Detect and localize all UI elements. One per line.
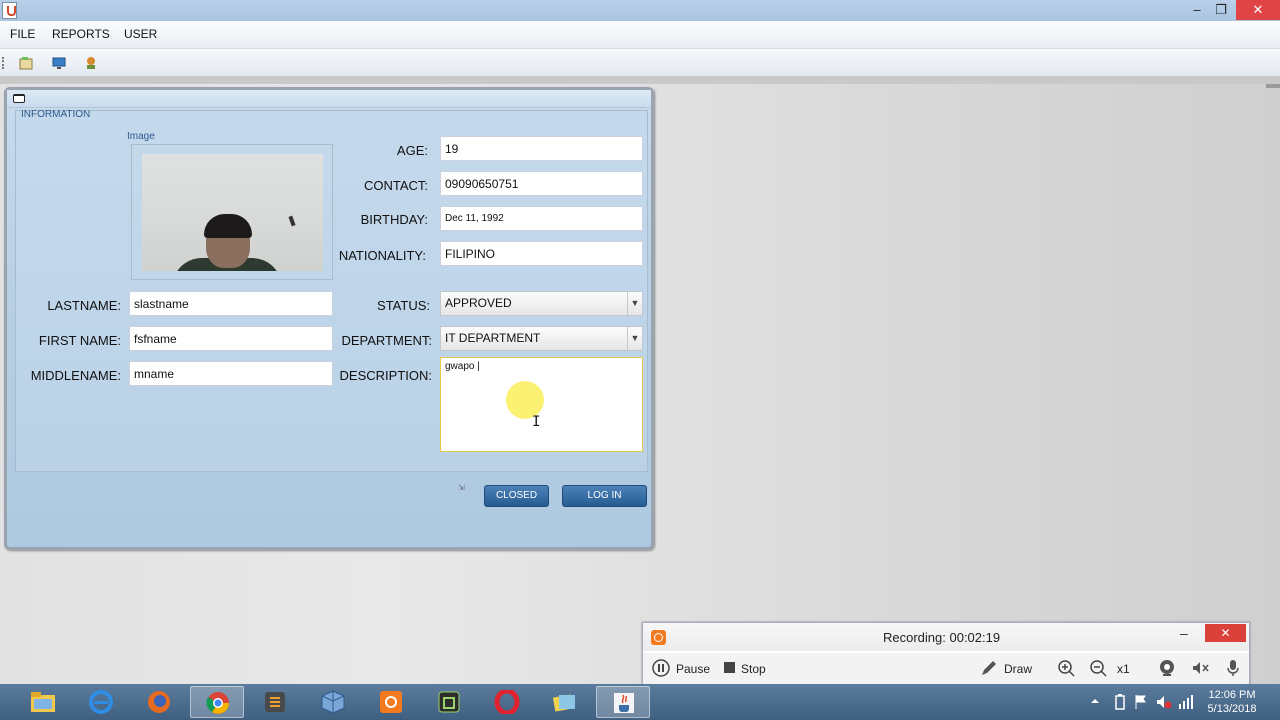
middlename-field[interactable]	[129, 361, 333, 386]
monitor-icon[interactable]	[51, 55, 67, 71]
zoom-out-icon[interactable]	[1089, 659, 1107, 677]
frame-window-icon[interactable]	[13, 94, 25, 103]
taskbar: 12:06 PM 5/13/2018	[0, 684, 1280, 720]
contact-label: CONTACT:	[363, 178, 428, 193]
system-clock[interactable]: 12:06 PM 5/13/2018	[1190, 688, 1274, 716]
birthday-label: BIRTHDAY:	[360, 212, 428, 227]
virtualbox-icon	[321, 690, 345, 714]
sublime-text-icon	[265, 692, 285, 712]
stop-icon[interactable]	[721, 659, 739, 677]
java-icon	[614, 693, 634, 713]
image-group-title: Image	[127, 131, 155, 142]
recorder-controls: Pause Stop Draw x1	[643, 653, 1249, 684]
nationality-field[interactable]	[440, 241, 643, 266]
action-center-flag-icon[interactable]	[1134, 694, 1148, 710]
taskbar-opera[interactable]	[480, 686, 534, 718]
volume-muted-icon[interactable]	[1156, 694, 1172, 710]
toolbar	[0, 49, 1280, 77]
recorder-close-button[interactable]: ✕	[1205, 624, 1246, 642]
age-label: AGE:	[396, 143, 428, 158]
recorder-icon	[380, 691, 402, 713]
recorder-widget: Recording: 00:02:19 – ✕ Pause Stop Draw …	[642, 622, 1250, 684]
nationality-label: NATIONALITY:	[338, 248, 426, 263]
microphone-icon[interactable]	[1224, 659, 1242, 677]
user-tools-icon[interactable]	[83, 55, 99, 71]
lastname-label: LASTNAME:	[47, 298, 121, 313]
taskbar-recorder[interactable]	[364, 686, 418, 718]
information-panel: INFORMATION Image AGE: CONTACT: BIRTHDAY…	[15, 109, 648, 472]
department-label: DEPARTMENT:	[341, 333, 432, 348]
text-cursor-icon: I	[532, 414, 541, 430]
status-label: STATUS:	[377, 298, 430, 313]
taskbar-notes[interactable]	[538, 686, 592, 718]
description-label: DESCRIPTION:	[339, 368, 432, 383]
information-frame: INFORMATION Image AGE: CONTACT: BIRTHDAY…	[4, 87, 654, 550]
resize-corner-icon: ⇲	[458, 483, 465, 492]
maximize-button[interactable]: ❐	[1210, 0, 1232, 20]
new-record-icon[interactable]	[18, 55, 34, 71]
zoom-in-icon[interactable]	[1057, 659, 1075, 677]
middlename-label: MIDDLENAME:	[30, 368, 121, 383]
recorder-logo-icon	[651, 630, 666, 645]
closed-button[interactable]: CLOSED	[484, 485, 549, 507]
department-dropdown-icon[interactable]: ▼	[627, 327, 642, 350]
panel-title: INFORMATION	[21, 109, 91, 120]
firefox-icon	[148, 691, 170, 713]
scrollbar[interactable]	[1266, 84, 1280, 88]
taskbar-chrome[interactable]	[190, 686, 244, 718]
webcam-icon[interactable]	[1158, 659, 1176, 677]
minimize-button[interactable]: –	[1186, 0, 1208, 20]
image-group	[131, 144, 333, 280]
age-field[interactable]	[440, 136, 643, 161]
recorder-minimize-button[interactable]: –	[1180, 625, 1188, 641]
lastname-field[interactable]	[129, 291, 333, 316]
draw-button[interactable]: Draw	[1004, 662, 1032, 676]
folder-notes-icon	[552, 694, 575, 712]
mute-speaker-icon[interactable]	[1191, 659, 1209, 677]
battery-icon[interactable]	[1114, 694, 1126, 710]
department-value: IT DEPARTMENT	[445, 331, 541, 345]
file-explorer-icon	[31, 692, 55, 712]
profile-photo	[142, 154, 323, 271]
contact-field[interactable]	[440, 171, 643, 196]
login-button[interactable]: LOG IN	[562, 485, 647, 507]
toolbar-grip[interactable]	[2, 57, 6, 69]
menu-reports[interactable]: REPORTS	[52, 27, 110, 41]
department-select[interactable]: IT DEPARTMENT ▼	[440, 326, 643, 351]
pause-button[interactable]: Pause	[676, 662, 710, 676]
taskbar-java[interactable]	[596, 686, 650, 718]
taskbar-internet-explorer[interactable]	[74, 686, 128, 718]
status-select[interactable]: APPROVED ▼	[440, 291, 643, 316]
firstname-field[interactable]	[129, 326, 333, 351]
taskbar-virtualbox[interactable]	[306, 686, 360, 718]
draw-pencil-icon[interactable]	[980, 659, 998, 677]
menu-file[interactable]: FILE	[10, 27, 35, 41]
recorder-header: Recording: 00:02:19 – ✕	[643, 623, 1249, 651]
firstname-label: FIRST NAME:	[38, 333, 121, 348]
menu-user[interactable]: USER	[124, 27, 157, 41]
opera-icon	[494, 690, 520, 714]
device-icon	[438, 691, 460, 713]
stop-button[interactable]: Stop	[741, 662, 766, 676]
window-title-bar: – ❐ ✕	[0, 0, 1280, 21]
taskbar-file-explorer[interactable]	[16, 686, 70, 718]
clock-time: 12:06 PM	[1208, 689, 1256, 701]
tray-expand-icon[interactable]	[1090, 696, 1100, 706]
status-dropdown-icon[interactable]: ▼	[627, 292, 642, 315]
internet-explorer-icon	[89, 690, 113, 714]
status-value: APPROVED	[445, 296, 512, 310]
zoom-level: x1	[1117, 662, 1130, 676]
birthday-field[interactable]	[440, 206, 643, 231]
recording-timer: Recording: 00:02:19	[883, 630, 1001, 645]
taskbar-firefox[interactable]	[132, 686, 186, 718]
java-app-icon	[2, 2, 17, 19]
frame-header	[7, 90, 651, 108]
taskbar-sublime-text[interactable]	[248, 686, 302, 718]
menu-bar: FILE REPORTS USER	[0, 21, 1280, 49]
clock-date: 5/13/2018	[1207, 703, 1257, 715]
pause-icon[interactable]	[652, 659, 670, 677]
close-window-button[interactable]: ✕	[1236, 0, 1280, 20]
taskbar-device[interactable]	[422, 686, 476, 718]
chrome-icon	[206, 692, 229, 714]
